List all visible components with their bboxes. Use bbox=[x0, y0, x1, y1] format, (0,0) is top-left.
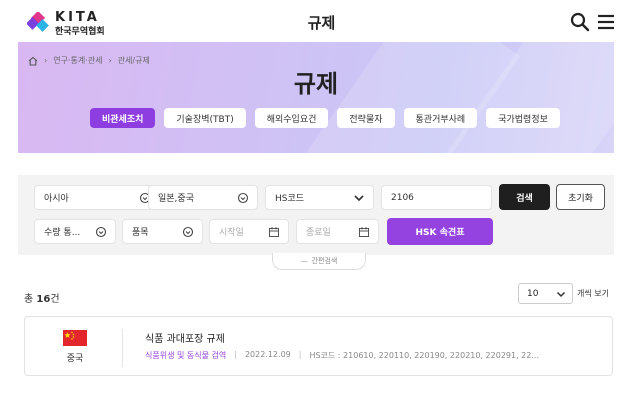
country-select[interactable]: 일본,중국 bbox=[148, 185, 258, 210]
code-type-select[interactable]: HS코드 bbox=[265, 185, 374, 210]
category-tabs: 비관세조치 기술장벽(TBT) 해외수입요건 전략물자 통관거부사례 국가법령정… bbox=[90, 108, 560, 128]
per-page-value: 10 bbox=[527, 288, 539, 299]
hsk-table-button[interactable]: HSK 속견표 bbox=[387, 218, 493, 245]
search-button[interactable]: 검색 bbox=[499, 184, 550, 210]
start-date-input[interactable]: 시작일 bbox=[209, 219, 289, 244]
top-header: KITA 한국무역협회 규제 bbox=[0, 0, 643, 42]
collapse-icon: — bbox=[300, 257, 308, 265]
per-page-label: 개씩 보기 bbox=[577, 289, 609, 298]
result-title[interactable]: 식품 과대포장 규제 bbox=[145, 330, 225, 345]
total-prefix: 총 bbox=[24, 294, 34, 305]
result-category: 식품위생 및 동식물 검역 bbox=[145, 351, 227, 360]
card-divider bbox=[122, 329, 123, 367]
filter-type-select[interactable]: 수량 통... bbox=[34, 219, 116, 244]
region-value: 아시아 bbox=[44, 194, 69, 204]
simple-search-toggle[interactable]: — 간편검색 bbox=[272, 253, 366, 270]
chevron-down-icon bbox=[354, 195, 364, 202]
total-count: 총 16건 bbox=[24, 290, 60, 305]
tab-strategic-goods[interactable]: 전략물자 bbox=[337, 108, 395, 128]
tab-non-tariff[interactable]: 비관세조치 bbox=[90, 108, 156, 128]
page-title: 규제 bbox=[307, 14, 336, 32]
result-country: 중국 bbox=[66, 354, 84, 364]
end-date-placeholder: 종료일 bbox=[306, 228, 331, 238]
meta-separator: | bbox=[234, 350, 237, 359]
meta-separator: | bbox=[298, 350, 302, 359]
tab-tbt[interactable]: 기술장벽(TBT) bbox=[164, 108, 246, 128]
hero-title: 규제 bbox=[293, 70, 339, 98]
tab-customs-rejection[interactable]: 통관거부사례 bbox=[403, 108, 478, 128]
code-input[interactable]: 2106 bbox=[381, 185, 492, 210]
search-icon[interactable] bbox=[570, 12, 590, 32]
hero-banner: › 연구·통계·관세 › 관세/규제 규제 비관세조치 기술장벽(TBT) 해외… bbox=[18, 42, 614, 153]
reset-button[interactable]: 초기화 bbox=[556, 184, 605, 210]
result-card[interactable]: 중국 식품 과대포장 규제 식품위생 및 동식물 검역 | 2022.12.09… bbox=[24, 316, 613, 376]
refresh-icon[interactable] bbox=[95, 226, 107, 238]
search-panel: 아시아 일본,중국 HS코드 2106 검색 초기화 수량 통... 품목 시작… bbox=[18, 175, 614, 255]
result-date: 2022.12.09 bbox=[244, 350, 291, 359]
chevron-down-icon bbox=[556, 291, 566, 298]
result-hs-codes: HS코드 : 210610, 220110, 220190, 220210, 2… bbox=[309, 351, 539, 360]
region-select[interactable]: 아시아 bbox=[34, 185, 160, 210]
filter-type-value: 수량 통... bbox=[44, 228, 81, 238]
tab-import-requirements[interactable]: 해외수입요건 bbox=[254, 108, 329, 128]
code-input-value: 2106 bbox=[391, 192, 414, 203]
calendar-icon[interactable] bbox=[268, 226, 280, 238]
country-value: 일본,중국 bbox=[158, 194, 194, 204]
end-date-input[interactable]: 종료일 bbox=[296, 219, 379, 244]
simple-search-label: 간편검색 bbox=[311, 257, 338, 265]
total-suffix: 건 bbox=[50, 294, 60, 305]
tab-national-law[interactable]: 국가법령정보 bbox=[486, 108, 560, 128]
item-select[interactable]: 품목 bbox=[122, 219, 203, 244]
result-meta: 식품위생 및 동식물 검역 | 2022.12.09 | HS코드 : 2106… bbox=[145, 350, 539, 361]
start-date-placeholder: 시작일 bbox=[219, 228, 244, 238]
total-number: 16 bbox=[36, 294, 51, 305]
hamburger-menu-icon[interactable] bbox=[596, 12, 616, 32]
code-type-value: HS코드 bbox=[275, 194, 305, 204]
calendar-icon[interactable] bbox=[358, 226, 370, 238]
per-page-select[interactable]: 10 bbox=[518, 283, 573, 304]
china-flag-icon bbox=[63, 330, 87, 346]
item-value: 품목 bbox=[132, 228, 149, 238]
refresh-icon[interactable] bbox=[182, 226, 194, 238]
refresh-icon[interactable] bbox=[237, 192, 249, 204]
